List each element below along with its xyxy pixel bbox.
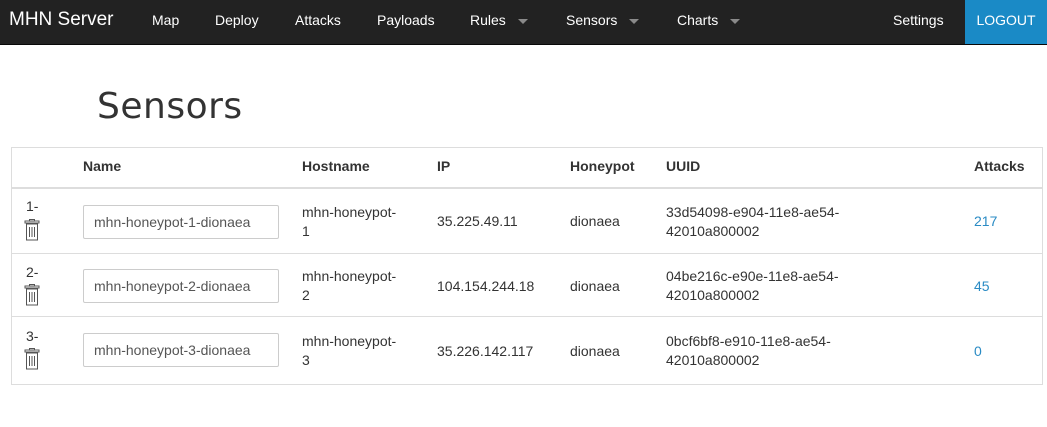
nav-sensors-dropdown[interactable]: Sensors bbox=[566, 0, 640, 44]
nav-payloads[interactable]: Payloads bbox=[377, 0, 435, 44]
attacks-link[interactable]: 45 bbox=[974, 278, 990, 294]
sensor-name-input[interactable] bbox=[83, 333, 279, 367]
honeypot-cell: dionaea bbox=[570, 343, 620, 359]
honeypot-cell: dionaea bbox=[570, 213, 620, 229]
row-index: 3- bbox=[26, 328, 39, 344]
nav-attacks[interactable]: Attacks bbox=[295, 0, 341, 44]
uuid-line: 42010a800002 bbox=[666, 287, 760, 303]
row-divider bbox=[12, 253, 1042, 254]
row-index: 1- bbox=[26, 198, 39, 214]
hostname-line: mhn-honeypot- bbox=[302, 333, 397, 349]
nav-charts-label: Charts bbox=[677, 12, 719, 28]
logout-button[interactable]: LOGOUT bbox=[965, 0, 1047, 44]
nav-deploy[interactable]: Deploy bbox=[215, 0, 259, 44]
trash-icon[interactable] bbox=[24, 219, 40, 241]
row-divider bbox=[12, 316, 1042, 317]
header-honeypot: Honeypot bbox=[570, 158, 635, 174]
uuid-line: 42010a800002 bbox=[666, 352, 760, 368]
header-uuid: UUID bbox=[666, 158, 701, 174]
honeypot-cell: dionaea bbox=[570, 278, 620, 294]
nav-rules-label: Rules bbox=[470, 12, 506, 28]
hostname-line: 2 bbox=[302, 287, 310, 303]
uuid-line: 04be216c-e90e-11e8-ae54- bbox=[666, 268, 839, 284]
header-divider bbox=[12, 187, 1042, 189]
hostname-cell: mhn-honeypot- 2 bbox=[302, 267, 422, 305]
uuid-line: 42010a800002 bbox=[666, 223, 760, 239]
trash-icon[interactable] bbox=[24, 284, 40, 306]
hostname-line: mhn-honeypot- bbox=[302, 268, 397, 284]
hostname-cell: mhn-honeypot- 1 bbox=[302, 203, 422, 241]
ip-cell: 35.225.49.11 bbox=[437, 213, 518, 229]
nav-settings[interactable]: Settings bbox=[893, 0, 944, 44]
uuid-line: 33d54098-e904-11e8-ae54- bbox=[666, 204, 840, 220]
hostname-line: 1 bbox=[302, 223, 310, 239]
caret-down-icon bbox=[730, 18, 741, 24]
page-title: Sensors bbox=[97, 86, 243, 127]
uuid-line: 0bcf6bf8-e910-11e8-ae54- bbox=[666, 333, 831, 349]
hostname-line: 3 bbox=[302, 352, 310, 368]
caret-down-icon bbox=[629, 18, 640, 24]
uuid-cell: 0bcf6bf8-e910-11e8-ae54- 42010a800002 bbox=[666, 332, 926, 370]
hostname-cell: mhn-honeypot- 3 bbox=[302, 332, 422, 370]
header-name: Name bbox=[83, 158, 122, 174]
trash-icon[interactable] bbox=[24, 348, 40, 370]
attacks-link[interactable]: 0 bbox=[974, 343, 982, 359]
sensors-table: Name Hostname IP Honeypot UUID Attacks 1… bbox=[11, 147, 1043, 385]
nav-map[interactable]: Map bbox=[152, 0, 179, 44]
row-index: 2- bbox=[26, 264, 39, 280]
hostname-line: mhn-honeypot- bbox=[302, 204, 397, 220]
header-ip: IP bbox=[437, 158, 451, 174]
uuid-cell: 33d54098-e904-11e8-ae54- 42010a800002 bbox=[666, 203, 926, 241]
sensor-name-input[interactable] bbox=[83, 269, 279, 303]
attacks-link[interactable]: 217 bbox=[974, 213, 997, 229]
brand-link[interactable]: MHN Server bbox=[9, 0, 114, 44]
header-hostname: Hostname bbox=[302, 158, 370, 174]
nav-rules-dropdown[interactable]: Rules bbox=[470, 0, 528, 44]
ip-cell: 104.154.244.18 bbox=[437, 278, 535, 294]
ip-cell: 35.226.142.117 bbox=[437, 343, 534, 359]
sensor-name-input[interactable] bbox=[83, 205, 279, 239]
caret-down-icon bbox=[517, 18, 528, 24]
top-navbar: MHN Server Map Deploy Attacks Payloads R… bbox=[0, 0, 1047, 45]
uuid-cell: 04be216c-e90e-11e8-ae54- 42010a800002 bbox=[666, 267, 926, 305]
nav-charts-dropdown[interactable]: Charts bbox=[677, 0, 741, 44]
nav-sensors-label: Sensors bbox=[566, 12, 618, 28]
header-attacks: Attacks bbox=[974, 158, 1025, 174]
